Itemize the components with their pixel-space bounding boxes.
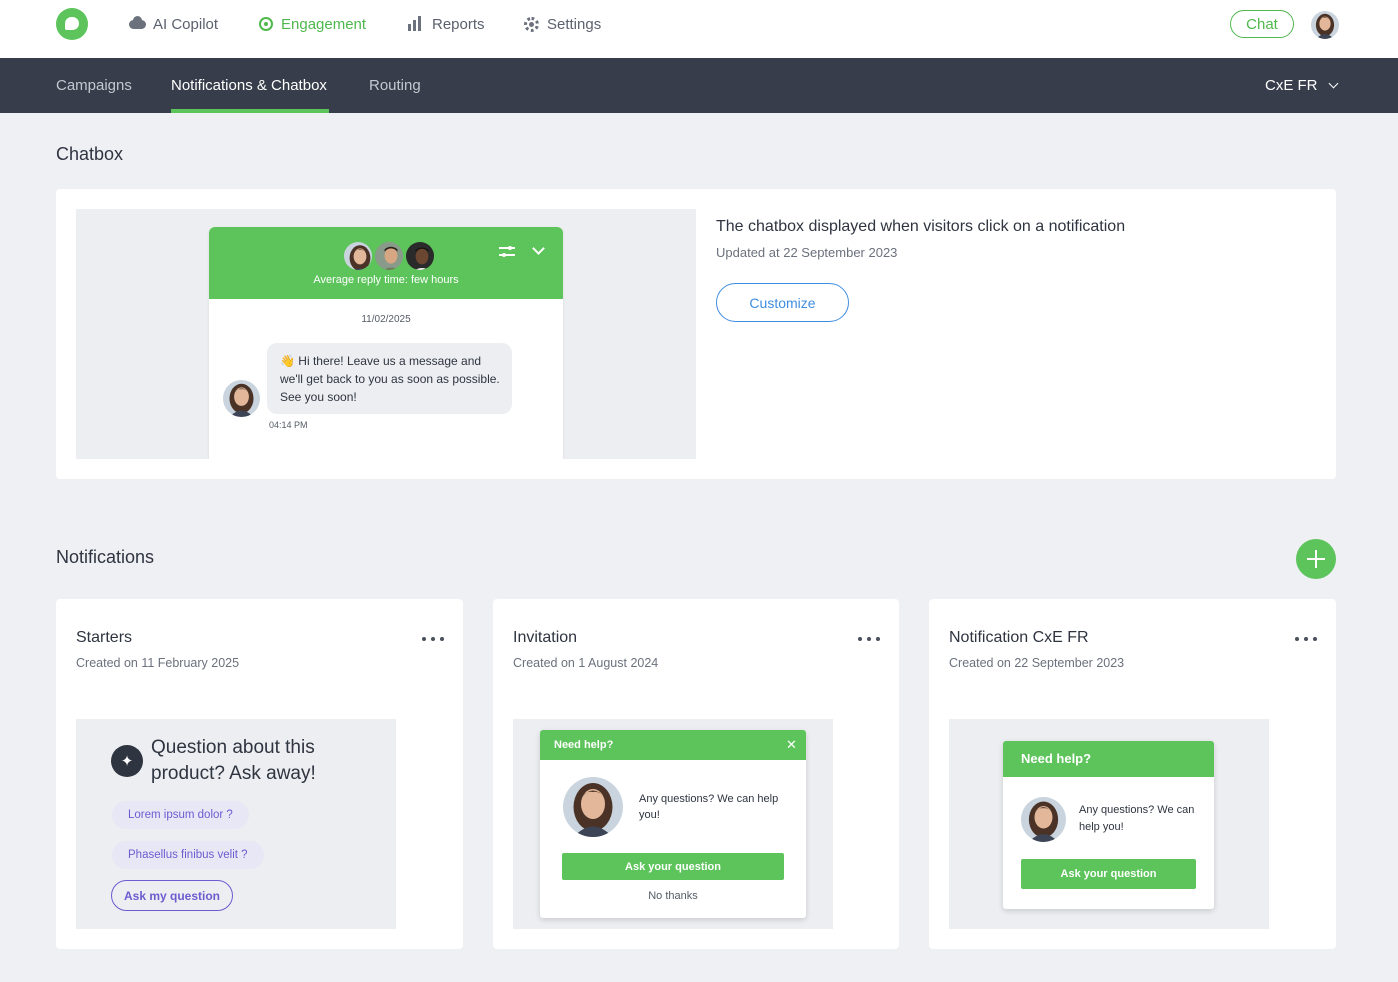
agent-avatars (342, 240, 442, 272)
workspace-selector[interactable]: CxE FR (1265, 58, 1338, 113)
card-title: Notification CxE FR (949, 629, 1089, 646)
settings-sliders-icon (499, 244, 515, 258)
chatbox-window: Average reply time: few hours 11/02/2025… (209, 227, 563, 459)
invitation-popup: Need help? ✕ Any questions? We can help … (540, 730, 806, 918)
popup-text: Any questions? We can help you! (1079, 804, 1195, 833)
notification-card-invitation[interactable]: Invitation Created on 1 August 2024 Need… (493, 599, 899, 949)
more-options-icon[interactable] (422, 637, 446, 643)
notification-card-starters[interactable]: Starters Created on 11 February 2025 ✦ Q… (56, 599, 463, 949)
popup-header: Need help? (540, 730, 806, 760)
popup-ask-button: Ask your question (1021, 859, 1196, 889)
user-avatar[interactable] (1311, 11, 1339, 39)
popup-header: Need help? (1003, 741, 1214, 777)
close-icon: ✕ (786, 737, 797, 752)
workspace-label: CxE FR (1265, 77, 1318, 94)
sub-navigation: Campaigns Notifications & Chatbox Routin… (0, 58, 1398, 113)
starter-chip: Lorem ipsum dolor ? (112, 801, 249, 829)
nav-item-label: AI Copilot (153, 15, 219, 33)
notification-preview: Need help? Any questions? We can help yo… (949, 719, 1269, 929)
popup-dismiss: No thanks (648, 890, 698, 902)
tab-routing[interactable]: Routing (369, 58, 421, 113)
cloud-icon (129, 16, 146, 32)
agent-avatar (563, 777, 623, 837)
bar-chart-icon (408, 16, 424, 32)
popup-text: Any questions? We can help you! (639, 793, 779, 821)
message-time: 04:14 PM (269, 420, 308, 430)
starters-preview: ✦ Question about this product? Ask away!… (76, 719, 396, 929)
customize-button[interactable]: Customize (716, 283, 849, 322)
nav-item-ai-copilot[interactable]: AI Copilot (129, 13, 218, 35)
starter-question: Question about this product? Ask away! (151, 737, 316, 784)
nav-item-settings[interactable]: Settings (524, 13, 601, 35)
starter-chip: Phasellus finibus velit ? (112, 841, 264, 869)
more-options-icon[interactable] (1295, 637, 1319, 643)
target-icon (259, 17, 273, 31)
top-navigation: AI Copilot Engagement Reports Settings C… (0, 0, 1398, 58)
notification-card-cxe-fr[interactable]: Notification CxE FR Created on 22 Septem… (929, 599, 1336, 949)
chat-button[interactable]: Chat (1230, 10, 1294, 38)
card-created-date: Created on 11 February 2025 (76, 656, 240, 670)
chatbox-description: The chatbox displayed when visitors clic… (716, 218, 1126, 235)
reply-time: Average reply time: few hours (313, 274, 459, 286)
nav-item-reports[interactable]: Reports (408, 13, 485, 35)
notification-popup: Need help? Any questions? We can help yo… (1003, 741, 1214, 909)
chatbox-header: Average reply time: few hours (209, 227, 563, 299)
chatbox-updated: Updated at 22 September 2023 (716, 245, 898, 260)
nav-item-engagement[interactable]: Engagement (259, 13, 366, 35)
message-bubble: 👋 Hi there! Leave us a message and we'll… (267, 343, 512, 414)
more-options-icon[interactable] (858, 637, 882, 643)
card-title: Starters (76, 629, 133, 646)
ask-question-button: Ask my question (111, 880, 233, 911)
chevron-down-icon (1328, 78, 1338, 89)
notifications-section-title: Notifications (56, 547, 155, 567)
invitation-preview: Need help? ✕ Any questions? We can help … (513, 719, 833, 929)
nav-item-label: Reports (432, 15, 485, 33)
card-created-date: Created on 22 September 2023 (949, 656, 1125, 670)
agent-avatar (1021, 797, 1066, 842)
agent-avatar (404, 240, 436, 272)
chatbox-card: Average reply time: few hours 11/02/2025… (56, 189, 1336, 479)
app-logo-icon[interactable] (56, 8, 88, 40)
sparkle-icon: ✦ (111, 745, 143, 777)
chatbox-preview: Average reply time: few hours 11/02/2025… (76, 209, 696, 459)
message-date: 11/02/2025 (361, 314, 411, 325)
agent-avatar (373, 240, 405, 272)
chatbox-section-title: Chatbox (56, 144, 124, 164)
nav-item-label: Settings (547, 15, 602, 33)
card-title: Invitation (513, 629, 578, 646)
agent-avatar (342, 240, 374, 272)
card-created-date: Created on 1 August 2024 (513, 656, 659, 670)
active-tab-indicator (171, 109, 329, 113)
chevron-down-icon (532, 242, 545, 255)
gear-icon (524, 16, 539, 32)
add-notification-button[interactable] (1296, 539, 1336, 579)
popup-ask-button: Ask your question (562, 853, 784, 880)
agent-avatar (223, 380, 260, 417)
nav-item-label: Engagement (281, 15, 367, 33)
tab-notifications-chatbox[interactable]: Notifications & Chatbox (171, 58, 327, 113)
tab-campaigns[interactable]: Campaigns (56, 58, 132, 113)
